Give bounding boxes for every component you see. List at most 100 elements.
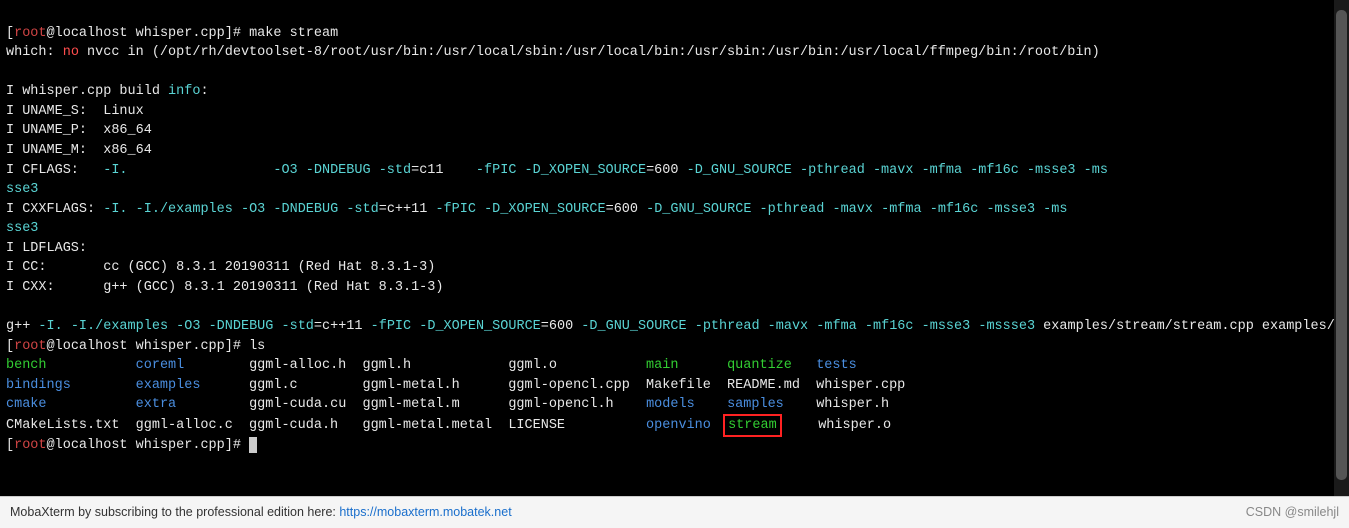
ls-ggml-h: ggml.h — [362, 358, 411, 373]
sp — [200, 319, 208, 334]
cursor[interactable] — [249, 437, 257, 453]
p3-close: ]# — [225, 438, 249, 453]
ls-stream: stream — [728, 418, 777, 433]
statusbar-text: MobaXterm by subscribing to the professi… — [10, 505, 339, 519]
ldflags: I LDFLAGS: — [6, 241, 87, 256]
flag-gnu: -D_GNU_SOURCE — [687, 163, 792, 178]
sp — [516, 163, 524, 178]
sp — [687, 319, 695, 334]
sp — [914, 319, 922, 334]
ls-ggml-metal-m: ggml-metal.m — [363, 397, 460, 412]
sp — [922, 202, 930, 217]
prompt-close: ]# — [225, 26, 249, 41]
scrollbar-thumb[interactable] — [1336, 10, 1347, 480]
flag-o3-2: -O3 — [241, 202, 265, 217]
sp — [63, 319, 71, 334]
gpp-600: =600 — [541, 319, 573, 334]
ls-license: LICENSE — [508, 418, 565, 433]
stream-highlight-box: stream — [723, 414, 782, 438]
flag-fpic: -fPIC — [476, 163, 517, 178]
flag-pthread-2: -pthread — [760, 202, 825, 217]
flag-mfma: -mfma — [922, 163, 963, 178]
flag-mf16c-2: -mf16c — [930, 202, 979, 217]
ls-cmakelists: CMakeLists.txt — [6, 418, 119, 433]
ls-cmake: cmake — [6, 397, 47, 412]
flag-pthread: -pthread — [800, 163, 865, 178]
flag-msse3-2: -msse3 — [986, 202, 1035, 217]
ls-bindings: bindings — [6, 378, 71, 393]
ls-ggml-opencl-h: ggml-opencl.h — [508, 397, 613, 412]
sp — [1035, 202, 1043, 217]
sp — [865, 163, 873, 178]
p2-bracket: [ — [6, 339, 14, 354]
flag-sse3-wrap: sse3 — [6, 182, 38, 197]
p3-host: localhost — [55, 438, 128, 453]
sp — [233, 202, 241, 217]
flag-sse3-wrap-2: sse3 — [6, 221, 38, 236]
gpp-tail: examples/stream/stream.cpp examples/comm… — [1035, 319, 1349, 334]
sp — [476, 202, 484, 217]
sp — [638, 202, 646, 217]
flag-i-cxx: -I. — [103, 202, 127, 217]
flag-eq600-2: =600 — [606, 202, 638, 217]
which-pre: which: — [6, 45, 63, 60]
flag-dnd-2: -DNDEBUG — [273, 202, 338, 217]
prompt-user: root — [14, 26, 46, 41]
flag-xopen: -D_XOPEN_SOURCE — [525, 163, 647, 178]
ls-bench: bench — [6, 358, 47, 373]
ls-makefile: Makefile — [646, 378, 711, 393]
terminal-scrollbar[interactable] — [1334, 0, 1349, 496]
gpp-mssse3: -mssse3 — [978, 319, 1035, 334]
gpp-fpic: -fPIC — [371, 319, 412, 334]
cc-line: I CC: cc (GCC) 8.3.1 20190311 (Red Hat 8… — [6, 260, 435, 275]
statusbar-link[interactable]: https://mobaxterm.mobatek.net — [339, 505, 511, 519]
sp — [298, 163, 306, 178]
flag-i: -I. — [103, 163, 127, 178]
sp — [962, 163, 970, 178]
prompt-bracket: [ — [6, 26, 14, 41]
terminal-output[interactable]: [root@localhost whisper.cpp]# make strea… — [0, 0, 1349, 496]
flag-gnu-2: -D_GNU_SOURCE — [646, 202, 751, 217]
ls-ggml-metal-h: ggml-metal.h — [362, 378, 459, 393]
ls-ggml-o: ggml.o — [508, 358, 557, 373]
uname-p: I UNAME_P: x86_64 — [6, 123, 152, 138]
flag-xopen-2: -D_XOPEN_SOURCE — [484, 202, 606, 217]
gpp-mf16c: -mf16c — [865, 319, 914, 334]
prompt-path: whisper.cpp — [128, 26, 225, 41]
sp — [128, 202, 136, 217]
flag-mavx: -mavx — [873, 163, 914, 178]
gpp-iex: -I./examples — [71, 319, 168, 334]
flag-ms-wrap-2: -ms — [1043, 202, 1067, 217]
flag-eq-c11: =c11 — [411, 163, 443, 178]
ls-whisper-cpp: whisper.cpp — [816, 378, 905, 393]
sp — [273, 319, 281, 334]
cmd-make-stream: make stream — [249, 26, 338, 41]
gpp-eqcpp: =c++11 — [314, 319, 363, 334]
ls-ggml-opencl-cpp: ggml-opencl.cpp — [508, 378, 630, 393]
flag-o3: -O3 — [273, 163, 297, 178]
sp — [873, 202, 881, 217]
ls-extra: extra — [136, 397, 177, 412]
ls-samples: samples — [727, 397, 784, 412]
ls-whisper-o: whisper.o — [818, 418, 891, 433]
flag-mavx-2: -mavx — [832, 202, 873, 217]
prompt-at: @ — [47, 26, 55, 41]
sp — [444, 163, 476, 178]
flag-fpic-2: -fPIC — [435, 202, 476, 217]
sp — [913, 163, 921, 178]
p3-bracket: [ — [6, 438, 14, 453]
flag-eq-cpp11: =c++11 — [379, 202, 428, 217]
p3-at: @ — [47, 438, 55, 453]
statusbar: MobaXterm by subscribing to the professi… — [0, 496, 1349, 528]
gpp-msse3: -msse3 — [922, 319, 971, 334]
cflags-pre: I CFLAGS: — [6, 163, 103, 178]
flag-i-ex: -I./examples — [136, 202, 233, 217]
sp — [1019, 163, 1027, 178]
sp — [678, 163, 686, 178]
flag-dndebug: -DNDEBUG — [306, 163, 371, 178]
sp — [760, 319, 768, 334]
build-info: info — [168, 84, 200, 99]
ls-examples: examples — [136, 378, 201, 393]
ls-openvino: openvino — [646, 418, 711, 433]
statusbar-watermark: CSDN @smilehjl — [1246, 503, 1339, 521]
